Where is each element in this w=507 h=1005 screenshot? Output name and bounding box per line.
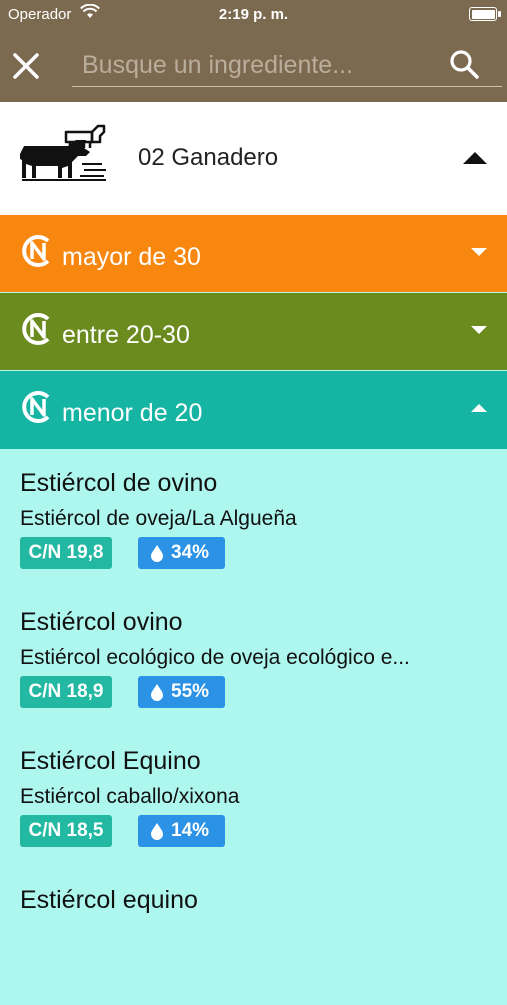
cn-logo-icon bbox=[22, 313, 50, 345]
group-header-entre-20-30[interactable]: entre 20-30 bbox=[0, 293, 507, 370]
item-description: Estiércol de oveja/La Algueña bbox=[20, 507, 297, 530]
moisture-value: 34% bbox=[171, 542, 210, 563]
item-name: Estiércol equino bbox=[20, 886, 198, 914]
list-item[interactable]: Estiércol de ovino Estiércol de oveja/La… bbox=[0, 449, 507, 588]
moisture-value: 14% bbox=[171, 820, 210, 841]
clock: 2:19 p. m. bbox=[218, 6, 289, 23]
list-item[interactable]: Estiércol equino bbox=[0, 866, 507, 1005]
water-drop-icon bbox=[151, 684, 163, 701]
search-icon[interactable] bbox=[448, 48, 482, 82]
item-description: Estiércol caballo/xixona bbox=[20, 785, 240, 808]
category-header[interactable]: 02 Ganadero bbox=[0, 102, 507, 215]
search-field[interactable] bbox=[72, 40, 502, 87]
group-header-mayor-30[interactable]: mayor de 30 bbox=[0, 215, 507, 292]
water-drop-icon bbox=[151, 823, 163, 840]
cn-logo-icon bbox=[22, 391, 50, 423]
livestock-icon bbox=[20, 124, 106, 181]
battery-icon bbox=[469, 7, 501, 21]
ingredient-list: Estiércol de ovino Estiércol de oveja/La… bbox=[0, 449, 507, 1005]
search-bar bbox=[0, 30, 507, 102]
moisture-badge: 55% bbox=[138, 676, 225, 708]
cn-ratio-badge: C/N 18,9 bbox=[20, 676, 112, 708]
cn-logo-icon bbox=[22, 235, 50, 267]
item-name: Estiércol Equino bbox=[20, 747, 201, 775]
chevron-up-icon[interactable] bbox=[471, 404, 487, 412]
water-drop-icon bbox=[151, 545, 163, 562]
group-header-menor-20[interactable]: menor de 20 bbox=[0, 371, 507, 449]
group-label: mayor de 30 bbox=[62, 243, 201, 271]
group-label: entre 20-30 bbox=[62, 321, 190, 349]
category-label: 02 Ganadero bbox=[138, 144, 279, 171]
group-label: menor de 20 bbox=[62, 399, 203, 427]
item-name: Estiércol de ovino bbox=[20, 469, 218, 497]
cn-ratio-badge: C/N 19,8 bbox=[20, 537, 112, 569]
cn-ratio-badge: C/N 18,5 bbox=[20, 815, 112, 847]
moisture-badge: 14% bbox=[138, 815, 225, 847]
list-item[interactable]: Estiércol Equino Estiércol caballo/xixon… bbox=[0, 727, 507, 866]
close-icon[interactable] bbox=[10, 50, 42, 82]
item-name: Estiércol ovino bbox=[20, 608, 183, 636]
item-description: Estiércol ecológico de oveja ecológico e… bbox=[20, 646, 410, 669]
moisture-badge: 34% bbox=[138, 537, 225, 569]
chevron-down-icon[interactable] bbox=[471, 326, 487, 334]
status-bar: Operador 2:19 p. m. bbox=[0, 0, 507, 30]
moisture-value: 55% bbox=[171, 681, 210, 702]
list-item[interactable]: Estiércol ovino Estiércol ecológico de o… bbox=[0, 588, 507, 727]
collapse-icon[interactable] bbox=[463, 152, 487, 164]
search-input[interactable] bbox=[80, 46, 434, 84]
chevron-down-icon[interactable] bbox=[471, 248, 487, 256]
